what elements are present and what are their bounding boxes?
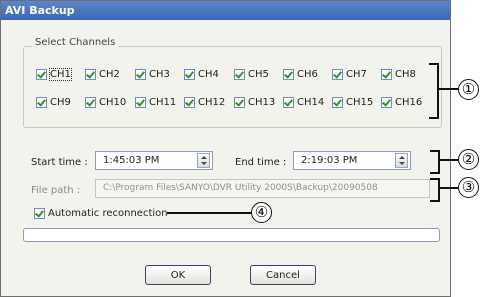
checkbox-check-icon (332, 68, 343, 80)
select-channels-group (23, 46, 442, 128)
checkbox-check-icon (283, 68, 294, 80)
callout-bracket-2 (430, 150, 440, 174)
select-channels-label: Select Channels (32, 37, 119, 48)
channel-label: CH10 (99, 96, 127, 108)
channel-checkbox-6[interactable]: CH6 (283, 67, 318, 81)
channel-label: CH15 (346, 96, 374, 108)
checkbox-check-icon (234, 96, 245, 108)
channel-label: CH13 (248, 96, 276, 108)
channel-label: CH7 (346, 68, 367, 80)
checkbox-check-icon (85, 68, 96, 80)
checkbox-check-icon (332, 96, 343, 108)
callout-1: ① (458, 79, 479, 100)
channel-checkbox-15[interactable]: CH15 (332, 95, 373, 109)
channel-checkbox-12[interactable]: CH12 (184, 95, 225, 109)
start-time-field[interactable]: 1:45:03 PM (95, 151, 213, 170)
backup-progress-bar (23, 228, 440, 242)
file-path-field[interactable]: C:\Program Files\SANYO\DVR Utility 2000S… (95, 179, 430, 198)
checkbox-check-icon (36, 68, 47, 80)
channel-label: CH8 (395, 68, 416, 80)
end-time-label: End time : (235, 157, 287, 168)
end-time-field[interactable]: 2:19:03 PM (293, 151, 411, 170)
channel-checkbox-14[interactable]: CH14 (283, 95, 324, 109)
channel-checkbox-1[interactable]: CH1 (36, 67, 72, 81)
channel-checkbox-9[interactable]: CH9 (36, 95, 71, 109)
channel-label: CH14 (297, 96, 325, 108)
channel-label: CH16 (395, 96, 423, 108)
channel-label: CH1 (49, 67, 72, 81)
checkbox-check-icon (135, 96, 146, 108)
checkbox-check-icon (381, 96, 392, 108)
start-time-label: Start time : (31, 157, 88, 168)
auto-reconnect-label: Automatic reconnection (48, 207, 168, 219)
checkbox-check-icon (184, 96, 195, 108)
callout-line-2 (438, 159, 458, 161)
channel-label: CH9 (50, 96, 71, 108)
start-time-value: 1:45:03 PM (103, 155, 160, 166)
callout-line-3 (438, 187, 458, 189)
channel-checkbox-16[interactable]: CH16 (381, 95, 422, 109)
channel-checkbox-4[interactable]: CH4 (184, 67, 219, 81)
channel-label: CH3 (149, 68, 170, 80)
channel-label: CH6 (297, 68, 318, 80)
checkbox-check-icon (234, 68, 245, 80)
auto-reconnect-check-icon (34, 207, 45, 219)
callout-3: ③ (458, 177, 479, 198)
channel-label: CH5 (248, 68, 269, 80)
end-time-spinner[interactable] (395, 153, 408, 168)
auto-reconnect-checkbox[interactable]: Automatic reconnection (34, 206, 168, 220)
checkbox-check-icon (85, 96, 96, 108)
channel-label: CH4 (198, 68, 219, 80)
channel-checkbox-2[interactable]: CH2 (85, 67, 120, 81)
cancel-button[interactable]: Cancel (250, 265, 316, 285)
file-path-value: C:\Program Files\SANYO\DVR Utility 2000S… (103, 183, 378, 193)
checkbox-check-icon (135, 68, 146, 80)
channel-checkbox-13[interactable]: CH13 (234, 95, 275, 109)
channel-label: CH12 (198, 96, 226, 108)
channel-checkbox-5[interactable]: CH5 (234, 67, 269, 81)
channel-checkbox-7[interactable]: CH7 (332, 67, 367, 81)
checkbox-check-icon (36, 96, 47, 108)
checkbox-check-icon (283, 96, 294, 108)
channel-checkbox-8[interactable]: CH8 (381, 67, 416, 81)
start-time-spinner[interactable] (197, 153, 210, 168)
channel-checkbox-3[interactable]: CH3 (135, 67, 170, 81)
channel-checkbox-10[interactable]: CH10 (85, 95, 126, 109)
callout-bracket-3 (430, 178, 440, 202)
checkbox-check-icon (184, 68, 195, 80)
channel-label: CH11 (149, 96, 177, 108)
channel-checkbox-11[interactable]: CH11 (135, 95, 176, 109)
window-title: AVI Backup (1, 1, 450, 20)
checkbox-check-icon (381, 68, 392, 80)
callout-line-1 (437, 88, 458, 90)
channel-label: CH2 (99, 68, 120, 80)
end-time-value: 2:19:03 PM (301, 155, 358, 166)
file-path-label: File path : (31, 185, 81, 196)
ok-button[interactable]: OK (145, 265, 211, 285)
callout-line-4 (167, 212, 251, 214)
callout-bracket-1 (429, 63, 439, 119)
callout-2: ② (458, 149, 479, 170)
callout-4: ④ (251, 202, 272, 223)
